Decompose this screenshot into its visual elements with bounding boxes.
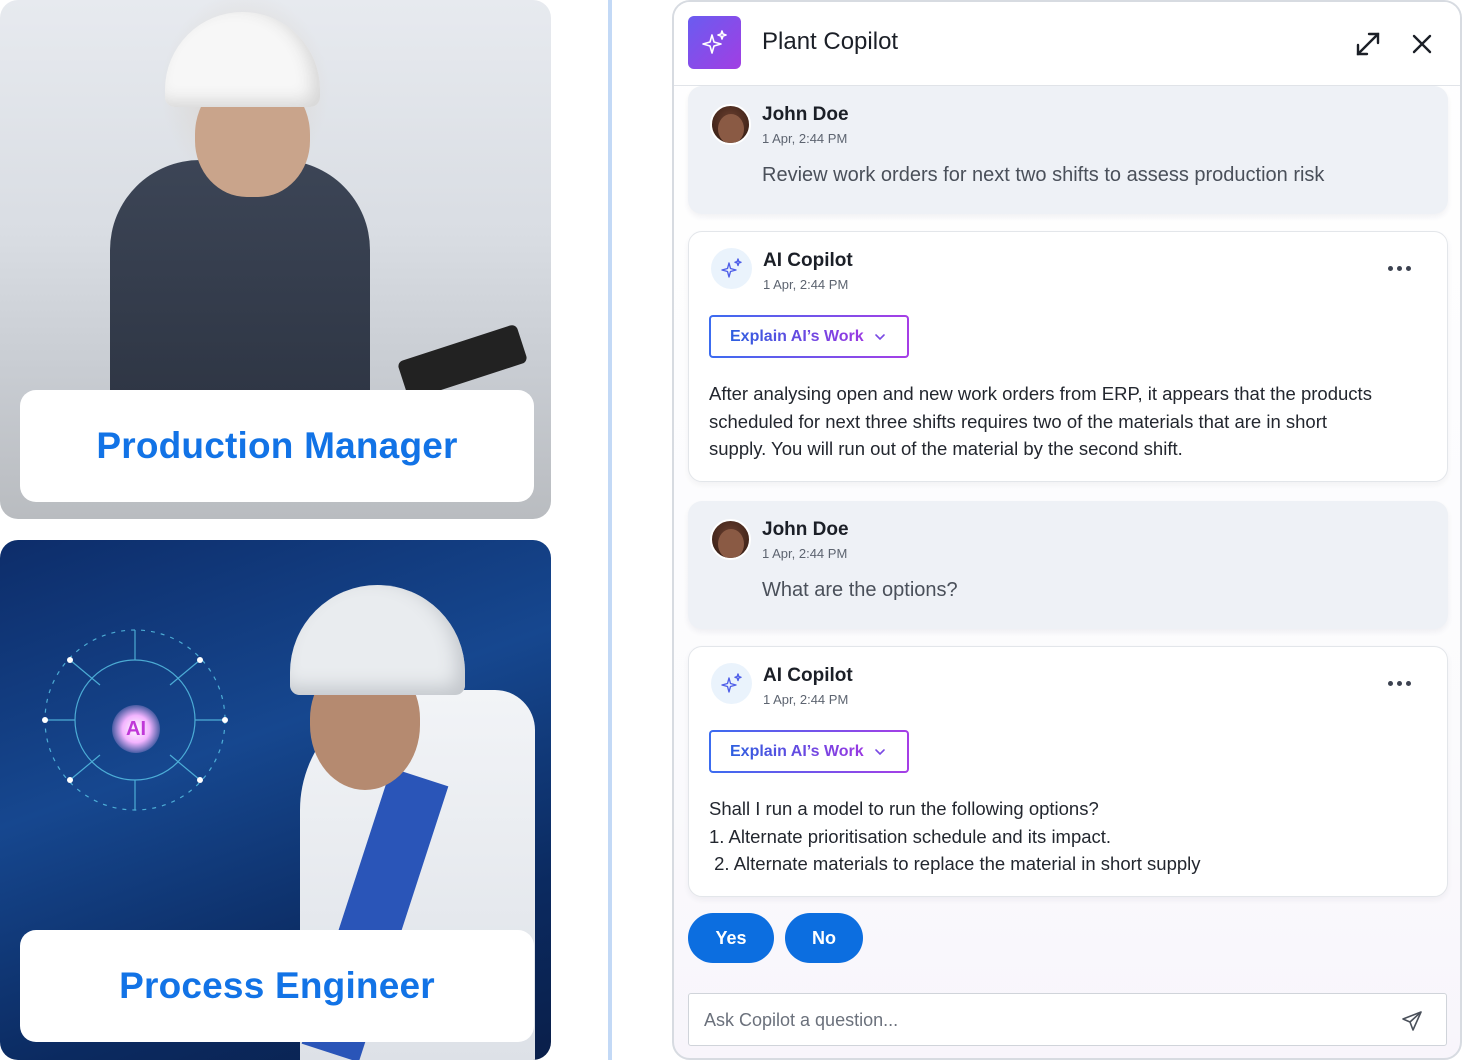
- message-sender: John Doe: [762, 104, 849, 125]
- ai-message: AI Copilot 1 Apr, 2:44 PM Explain AI’s W…: [688, 646, 1448, 897]
- ai-response-line: 2. Alternate materials to replace the ma…: [709, 853, 1201, 875]
- panel-header: Plant Copilot: [674, 2, 1460, 86]
- more-horizontal-icon[interactable]: [1379, 256, 1419, 280]
- message-sender: AI Copilot: [763, 665, 853, 686]
- expand-icon[interactable]: [1352, 28, 1384, 60]
- message-time: 1 Apr, 2:44 PM: [763, 277, 849, 292]
- close-icon[interactable]: [1406, 28, 1438, 60]
- no-button[interactable]: No: [785, 913, 863, 963]
- sparkles-icon: [688, 16, 741, 69]
- message-time: 1 Apr, 2:44 PM: [763, 692, 849, 707]
- persona-card-process-engineer[interactable]: AI Process Engineer: [0, 540, 551, 1060]
- message-time: 1 Apr, 2:44 PM: [762, 131, 848, 146]
- user-avatar: [710, 104, 751, 145]
- explain-ai-work-button[interactable]: Explain AI’s Work: [709, 730, 909, 773]
- persona-card-production-manager[interactable]: Production Manager: [0, 0, 551, 519]
- persona-label: Process Engineer: [20, 930, 534, 1042]
- copilot-avatar: [711, 663, 752, 704]
- send-icon[interactable]: [1397, 1006, 1427, 1036]
- explain-ai-work-label: Explain AI’s Work: [730, 742, 864, 760]
- user-avatar: [710, 519, 751, 560]
- chat-input[interactable]: [704, 1006, 1384, 1034]
- copilot-panel: Plant Copilot John Doe 1 Apr, 2:44 PM Re…: [672, 0, 1462, 1060]
- ai-message: AI Copilot 1 Apr, 2:44 PM Explain AI’s W…: [688, 231, 1448, 482]
- chat-input-box: [688, 993, 1447, 1046]
- ai-response-line: 1. Alternate prioritisation schedule and…: [709, 825, 1112, 847]
- chevron-down-icon: [874, 748, 885, 755]
- message-text: What are the options?: [762, 579, 958, 601]
- explain-ai-work-button[interactable]: Explain AI’s Work: [709, 315, 909, 358]
- ai-response-line: scheduled for next three shifts requires…: [709, 410, 1328, 432]
- user-message: John Doe 1 Apr, 2:44 PM What are the opt…: [688, 501, 1448, 629]
- chevron-down-icon: [874, 333, 885, 340]
- tablet-icon: [396, 323, 529, 401]
- ai-response-line: supply. You will run out of the material…: [709, 438, 1183, 460]
- app-title: Plant Copilot: [762, 28, 899, 55]
- divider: [608, 0, 612, 1060]
- ai-response-text: Shall I run a model to run the following…: [709, 795, 1429, 878]
- explain-ai-work-label: Explain AI’s Work: [730, 327, 864, 345]
- ai-response-text: After analysing open and new work orders…: [709, 380, 1429, 463]
- message-text: Review work orders for next two shifts t…: [762, 164, 1325, 186]
- circuit-brain-graphic: [42, 629, 228, 811]
- ai-response-line: After analysing open and new work orders…: [709, 383, 1372, 404]
- message-sender: AI Copilot: [763, 250, 853, 271]
- hard-hat-icon: [165, 12, 320, 107]
- persona-label: Production Manager: [20, 390, 534, 502]
- more-horizontal-icon[interactable]: [1379, 671, 1419, 695]
- user-message: John Doe 1 Apr, 2:44 PM Review work orde…: [688, 86, 1448, 214]
- ai-response-line: Shall I run a model to run the following…: [709, 798, 1099, 819]
- yes-button[interactable]: Yes: [688, 913, 774, 963]
- hard-hat-icon: [290, 585, 465, 695]
- copilot-avatar: [711, 248, 752, 289]
- message-time: 1 Apr, 2:44 PM: [762, 546, 848, 561]
- ai-chip-icon: AI: [112, 705, 160, 753]
- message-sender: John Doe: [762, 519, 849, 540]
